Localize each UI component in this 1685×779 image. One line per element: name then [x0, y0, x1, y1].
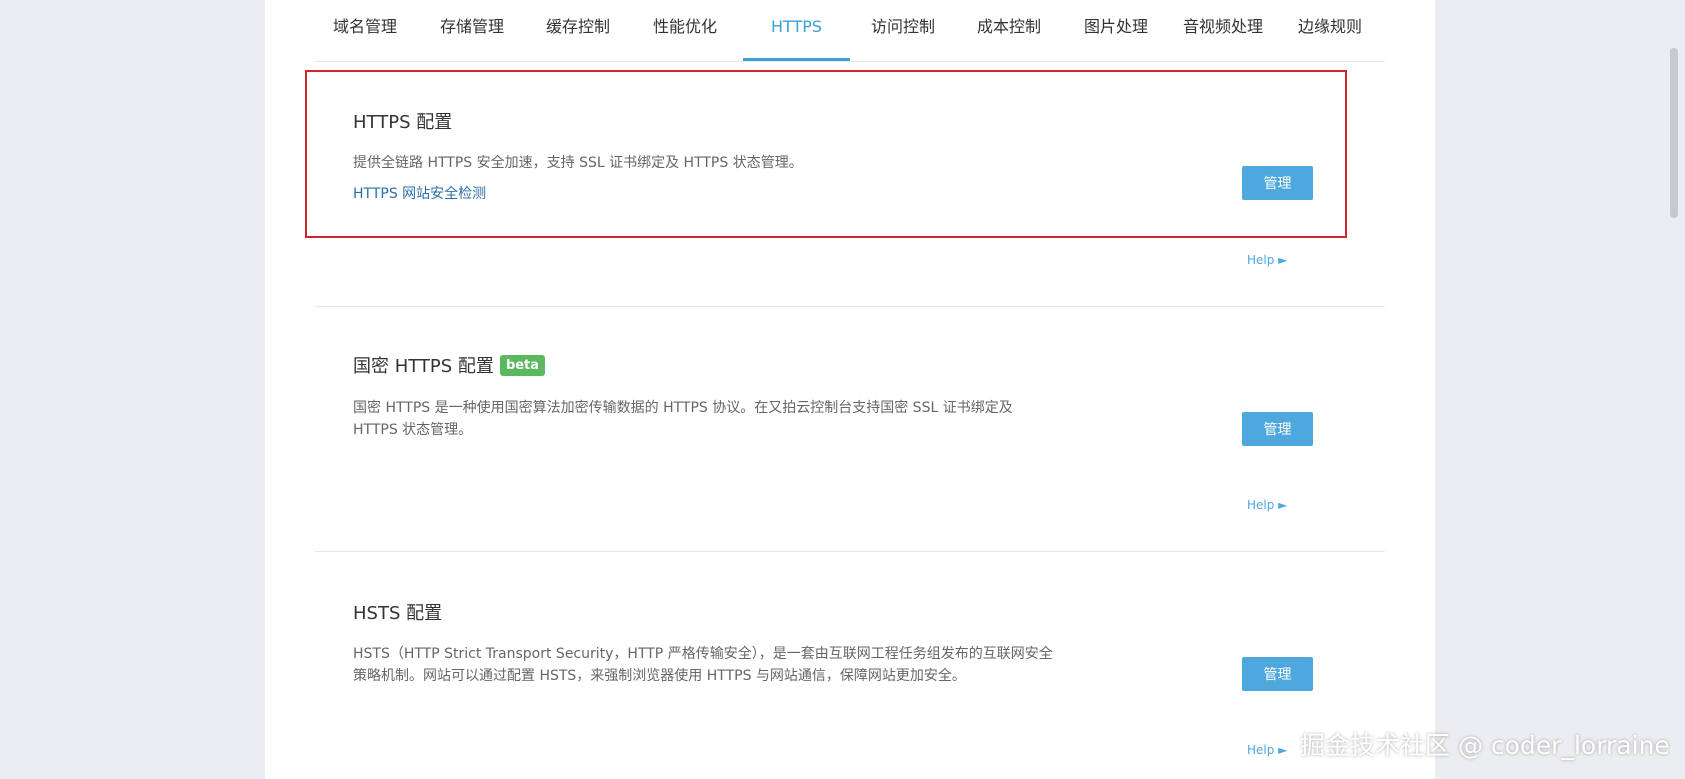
section-divider: [315, 551, 1385, 552]
tab-cost-control[interactable]: 成本控制: [959, 0, 1059, 61]
tab-bar: 域名管理 存储管理 缓存控制 性能优化 HTTPS 访问控制 成本控制 图片处理…: [315, 0, 1385, 62]
tab-access-control[interactable]: 访问控制: [853, 0, 953, 61]
https-config-title: HTTPS 配置: [353, 108, 452, 134]
beta-badge: beta: [499, 354, 546, 376]
tab-av-processing[interactable]: 音视频处理: [1173, 0, 1273, 61]
hsts-config-title: HSTS 配置: [353, 599, 442, 625]
hsts-help-link[interactable]: Help ►: [1247, 743, 1287, 757]
sm-https-manage-button[interactable]: 管理: [1242, 412, 1313, 446]
https-security-check-link[interactable]: HTTPS 网站安全检测: [353, 183, 486, 203]
sm-https-config-desc: 国密 HTTPS 是一种使用国密算法加密传输数据的 HTTPS 协议。在又拍云控…: [353, 400, 1013, 438]
https-help-link[interactable]: Help ►: [1247, 253, 1287, 267]
https-manage-button[interactable]: 管理: [1242, 166, 1313, 200]
section-divider: [315, 306, 1385, 307]
tab-storage-management[interactable]: 存储管理: [422, 0, 522, 61]
tab-edge-rules[interactable]: 边缘规则: [1280, 0, 1380, 61]
sm-https-config-title: 国密 HTTPS 配置 beta: [353, 352, 546, 378]
watermark-text: 掘金技术社区 @ coder_lorraine: [1300, 731, 1670, 760]
hsts-config-desc: HSTS（HTTP Strict Transport Security，HTTP…: [353, 646, 1053, 684]
section-title-text: HTTPS 配置: [353, 112, 453, 133]
tab-https[interactable]: HTTPS: [743, 0, 850, 61]
sm-https-help-link[interactable]: Help ►: [1247, 498, 1287, 512]
section-title-text: HSTS 配置: [353, 603, 443, 624]
hsts-manage-button[interactable]: 管理: [1242, 657, 1313, 691]
section-title-text: 国密 HTTPS 配置: [353, 356, 494, 377]
tab-performance[interactable]: 性能优化: [635, 0, 735, 61]
tab-image-processing[interactable]: 图片处理: [1066, 0, 1166, 61]
https-config-desc: 提供全链路 HTTPS 安全加速，支持 SSL 证书绑定及 HTTPS 状态管理…: [353, 155, 803, 171]
scrollbar-thumb[interactable]: [1670, 48, 1678, 218]
tab-domain-management[interactable]: 域名管理: [315, 0, 415, 61]
tab-cache-control[interactable]: 缓存控制: [528, 0, 628, 61]
